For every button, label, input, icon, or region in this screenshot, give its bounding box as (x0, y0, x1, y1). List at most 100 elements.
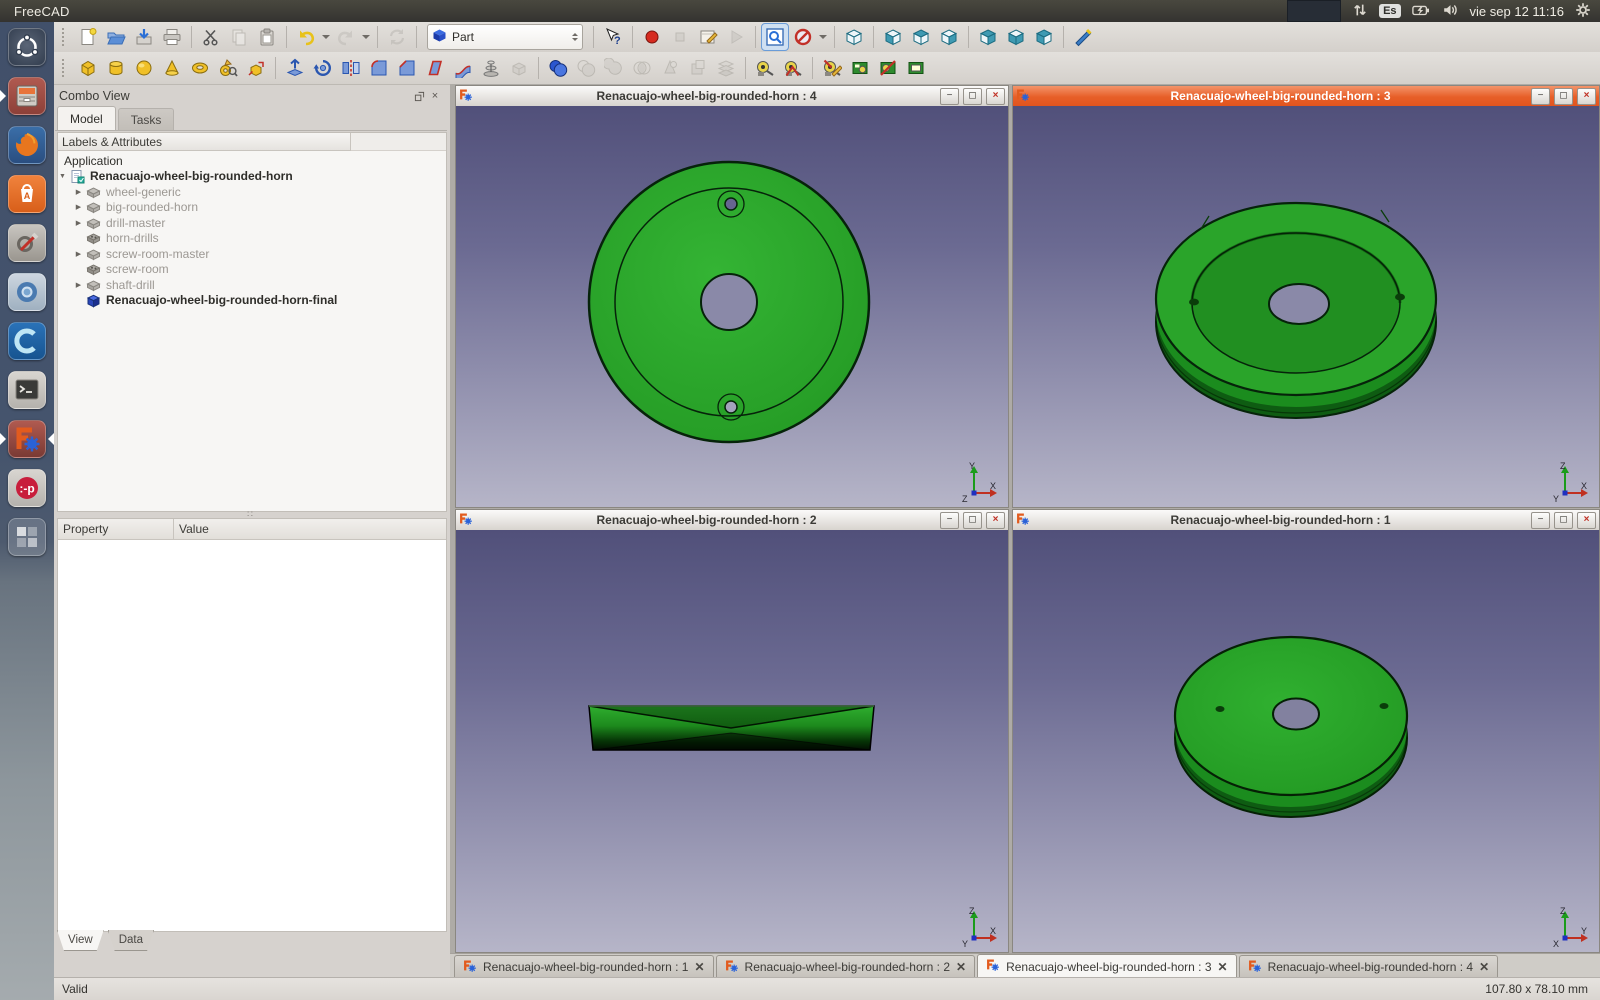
viewport-3d-isometric-bottom[interactable]: Z Y X (1013, 530, 1599, 952)
shape-builder-icon[interactable] (243, 55, 269, 81)
launcher-item-ubuntu-dash[interactable] (7, 27, 47, 67)
launcher-item-workspace-switcher[interactable] (7, 517, 47, 557)
whatsthis-icon[interactable]: ? (600, 24, 626, 50)
maximize-button[interactable]: ◻ (1554, 512, 1573, 529)
window-titlebar[interactable]: Renacuajo-wheel-big-rounded-horn : 1 − ◻… (1013, 510, 1599, 531)
fit-all-icon[interactable] (762, 24, 788, 50)
tab-close-icon[interactable]: ✕ (1479, 960, 1489, 974)
session-menu-gear-icon[interactable] (1574, 1, 1592, 22)
expander-icon[interactable]: ▶ (74, 188, 83, 196)
print-icon[interactable] (159, 24, 185, 50)
macro-record-icon[interactable] (639, 24, 665, 50)
measure-clear-all-icon[interactable] (819, 55, 845, 81)
expander-icon[interactable]: ▼ (58, 173, 67, 180)
launcher-item-system-settings[interactable] (7, 223, 47, 263)
expander-icon[interactable]: ▶ (74, 281, 83, 289)
paste-icon[interactable] (254, 24, 280, 50)
launcher-item-chromium[interactable] (7, 272, 47, 312)
launcher-item-chat-app[interactable]: :-p (7, 468, 47, 508)
tab-close-icon[interactable]: ✕ (956, 960, 966, 974)
extrude-icon[interactable] (282, 55, 308, 81)
tree-item-Renacuajo-wheel-big-rounded-horn-final[interactable]: Renacuajo-wheel-big-rounded-horn-final (58, 293, 446, 309)
primitive-torus-icon[interactable] (187, 55, 213, 81)
close-button[interactable]: × (1577, 512, 1596, 529)
document-tab[interactable]: Renacuajo-wheel-big-rounded-horn : 4✕ (1239, 955, 1499, 978)
view-left-icon[interactable] (1031, 24, 1057, 50)
window-titlebar[interactable]: Renacuajo-wheel-big-rounded-horn : 2 − ◻… (456, 510, 1008, 531)
minimize-button[interactable]: − (940, 512, 959, 529)
save-icon[interactable] (131, 24, 157, 50)
open-file-icon[interactable] (103, 24, 129, 50)
tree-item-screw-room-master[interactable]: ▶screw-room-master (58, 246, 446, 262)
primitive-sphere-icon[interactable] (131, 55, 157, 81)
redo-dropdown[interactable] (361, 24, 371, 50)
minimize-button[interactable]: − (940, 88, 959, 105)
view-right-icon[interactable] (936, 24, 962, 50)
toolbar-handle[interactable] (62, 59, 69, 77)
draw-style-dropdown[interactable] (818, 24, 828, 50)
expander-icon[interactable]: ▶ (74, 250, 83, 258)
document-tab[interactable]: Renacuajo-wheel-big-rounded-horn : 2✕ (716, 955, 976, 978)
view-isometric-icon[interactable] (841, 24, 867, 50)
ruled-surface-icon[interactable] (422, 55, 448, 81)
panel-close-icon[interactable]: × (427, 89, 443, 103)
tree-item-horn-drills[interactable]: horn-drills (58, 231, 446, 247)
close-button[interactable]: × (1577, 88, 1596, 105)
tree-item-wheel-generic[interactable]: ▶wheel-generic (58, 184, 446, 200)
create-primitives-icon[interactable] (215, 55, 241, 81)
primitive-box-icon[interactable] (75, 55, 101, 81)
document-tab[interactable]: Renacuajo-wheel-big-rounded-horn : 3✕ (977, 954, 1237, 978)
panel-splitter[interactable]: ∷ (57, 510, 445, 518)
mirror-icon[interactable] (338, 55, 364, 81)
window-titlebar[interactable]: Renacuajo-wheel-big-rounded-horn : 4 − ◻… (456, 86, 1008, 107)
launcher-item-files[interactable] (7, 76, 47, 116)
launcher-item-freecad[interactable] (7, 419, 47, 459)
draw-style-icon[interactable] (790, 24, 816, 50)
measure-angular-icon[interactable] (780, 55, 806, 81)
view-bottom-icon[interactable] (1003, 24, 1029, 50)
boolean-icon[interactable] (545, 55, 571, 81)
tab-data[interactable]: Data (108, 930, 154, 951)
maximize-button[interactable]: ◻ (963, 512, 982, 529)
clock[interactable]: vie sep 12 11:16 (1470, 4, 1564, 19)
document-tab[interactable]: Renacuajo-wheel-big-rounded-horn : 1✕ (454, 955, 714, 978)
tab-tasks[interactable]: Tasks (118, 108, 175, 130)
chamfer-icon[interactable] (394, 55, 420, 81)
workbench-selector[interactable]: Part (427, 24, 583, 50)
battery-icon[interactable] (1411, 1, 1431, 22)
undo-icon[interactable] (293, 24, 319, 50)
launcher-item-firefox[interactable] (7, 125, 47, 165)
toolbar-handle[interactable] (62, 28, 69, 46)
tab-view[interactable]: View (57, 930, 104, 951)
tree-item-document[interactable]: ▼Renacuajo-wheel-big-rounded-horn (58, 169, 446, 185)
launcher-item-software-center[interactable]: A (7, 174, 47, 214)
primitive-cylinder-icon[interactable] (103, 55, 129, 81)
tab-close-icon[interactable]: ✕ (1218, 960, 1228, 974)
tree-column-header[interactable]: Labels & Attributes (58, 133, 351, 151)
revolve-icon[interactable] (310, 55, 336, 81)
primitive-cone-icon[interactable] (159, 55, 185, 81)
tab-model[interactable]: Model (57, 106, 116, 130)
measure-annotation-icon[interactable] (903, 55, 929, 81)
close-button[interactable]: × (986, 88, 1005, 105)
launcher-item-terminal[interactable] (7, 370, 47, 410)
window-titlebar[interactable]: Renacuajo-wheel-big-rounded-horn : 3 − ◻… (1013, 86, 1599, 107)
volume-icon[interactable] (1441, 1, 1460, 22)
panel-float-icon[interactable] (411, 89, 427, 103)
new-file-icon[interactable] (75, 24, 101, 50)
measure-linear-icon[interactable] (752, 55, 778, 81)
tree-item-shaft-drill[interactable]: ▶shaft-drill (58, 277, 446, 293)
minimize-button[interactable]: − (1531, 88, 1550, 105)
viewport-3d-isometric[interactable]: Z X Y (1013, 106, 1599, 507)
viewport-3d-front[interactable]: Y X Z (456, 106, 1008, 507)
maximize-button[interactable]: ◻ (1554, 88, 1573, 105)
viewport-3d-side[interactable]: Z X Y (456, 530, 1008, 952)
maximize-button[interactable]: ◻ (963, 88, 982, 105)
launcher-item-c-application[interactable] (7, 321, 47, 361)
fillet-icon[interactable] (366, 55, 392, 81)
view-rear-icon[interactable] (975, 24, 1001, 50)
measure-distance-icon[interactable] (1070, 24, 1096, 50)
workbench-selector-spinner[interactable] (572, 33, 578, 41)
tree-item-screw-room[interactable]: screw-room (58, 262, 446, 278)
keyboard-layout-badge[interactable]: Es (1379, 4, 1400, 18)
